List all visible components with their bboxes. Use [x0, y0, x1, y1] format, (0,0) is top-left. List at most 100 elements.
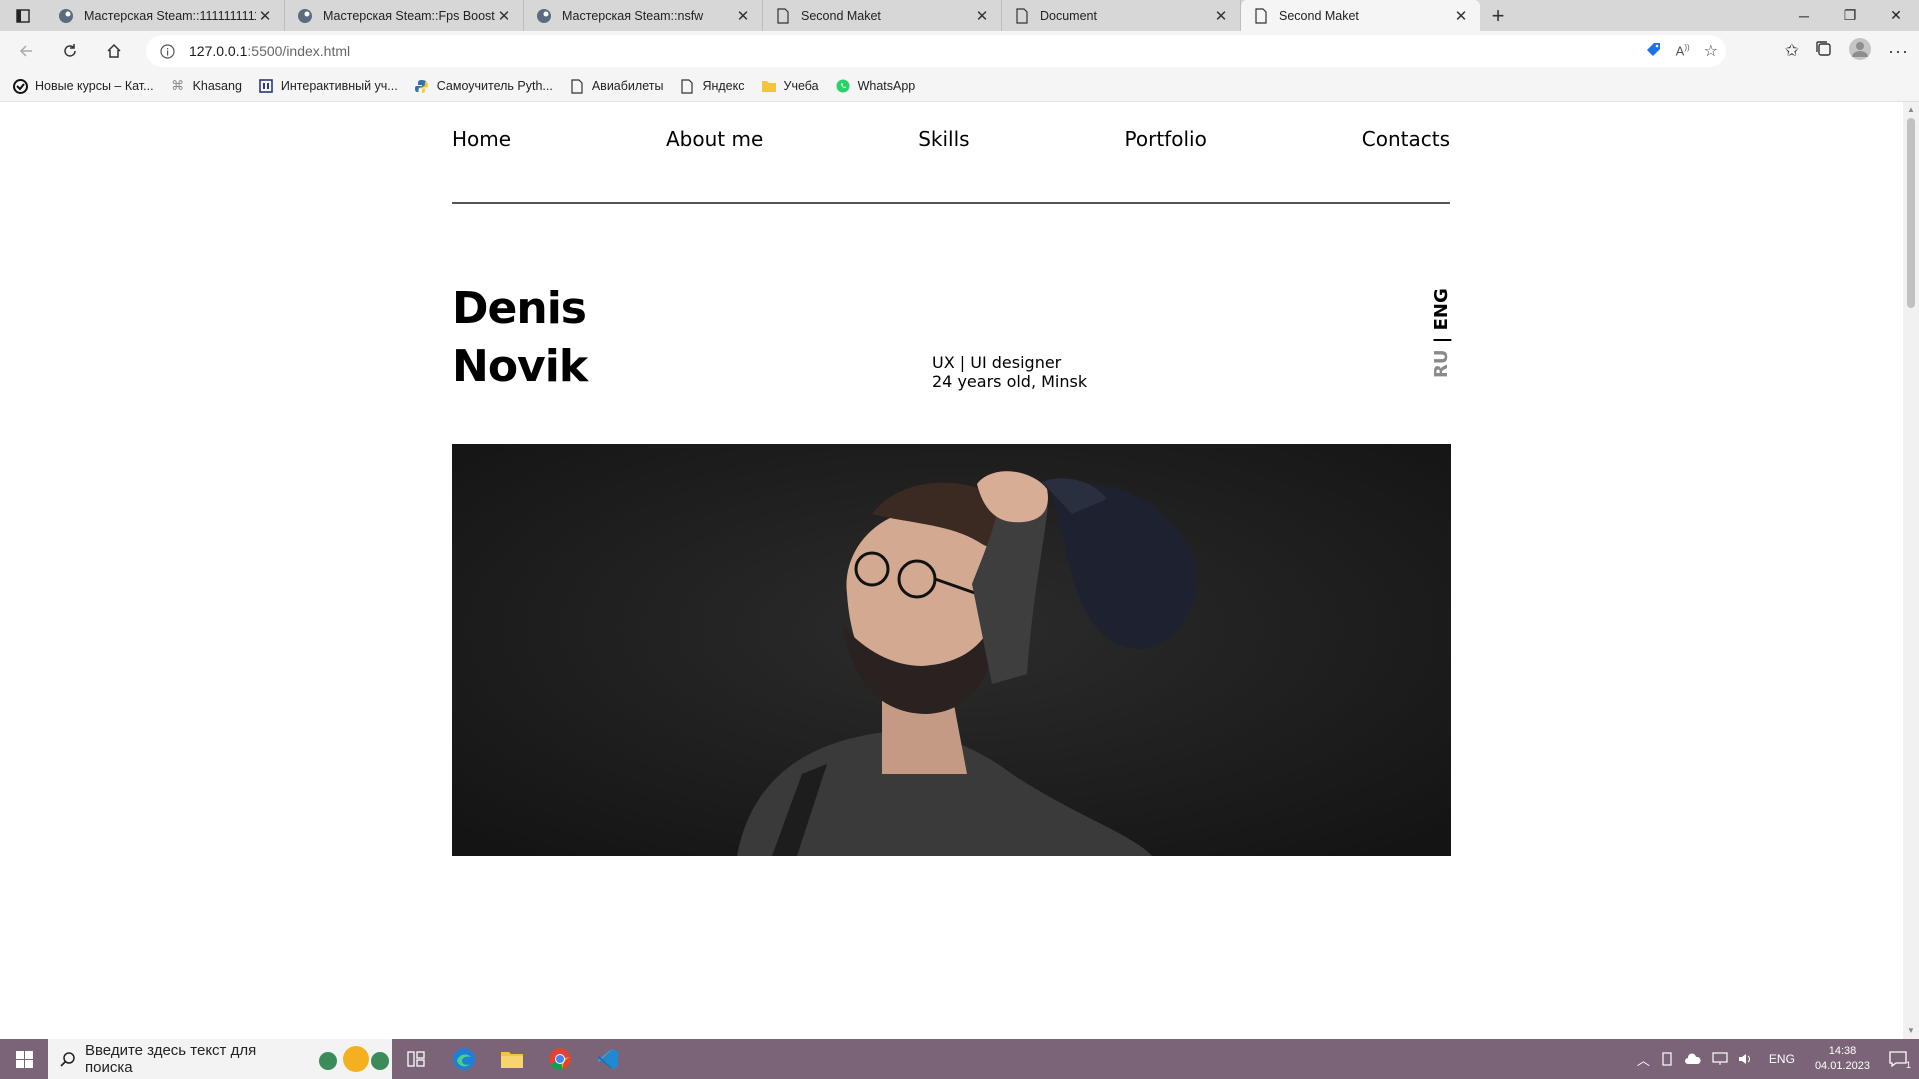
- notification-count: 1: [1905, 1060, 1911, 1070]
- collections-icon[interactable]: [1815, 40, 1832, 62]
- vscode-icon[interactable]: [584, 1039, 632, 1079]
- onedrive-icon[interactable]: [1684, 1053, 1702, 1065]
- hero: Denis Novik UX | UI designer 24 years ol…: [452, 204, 1452, 444]
- network-icon[interactable]: [1712, 1052, 1728, 1066]
- page-scrollbar[interactable]: ▲ ▼: [1903, 102, 1919, 1039]
- profile-info: UX | UI designer 24 years old, Minsk: [932, 353, 1087, 391]
- nav-portfolio[interactable]: Portfolio: [1125, 127, 1207, 202]
- nav-skills[interactable]: Skills: [918, 127, 969, 202]
- role-text: UX | UI designer: [932, 353, 1062, 372]
- new-tab-icon[interactable]: +: [1480, 0, 1516, 31]
- chrome-icon[interactable]: [536, 1039, 584, 1079]
- restore-icon[interactable]: ❐: [1827, 0, 1873, 31]
- close-icon[interactable]: ✕: [495, 7, 513, 25]
- favorite-add-icon[interactable]: ☆: [1704, 41, 1718, 61]
- tab-bar: Мастерская Steam::11111111111 ✕ Мастерск…: [0, 0, 1919, 31]
- bookmark-aviabilety[interactable]: Авиабилеты: [569, 78, 663, 94]
- back-icon[interactable]: [4, 31, 48, 71]
- more-menu-icon[interactable]: ···: [1888, 41, 1909, 62]
- address-actions: A)) ☆: [1645, 35, 1718, 67]
- page-icon: [775, 7, 791, 24]
- page-viewport: Home About me Skills Portfolio Contacts …: [0, 102, 1903, 1039]
- notifications-icon[interactable]: 1: [1889, 1051, 1911, 1070]
- name-last: Novik: [452, 341, 588, 392]
- site-container: Home About me Skills Portfolio Contacts …: [452, 102, 1452, 856]
- age-city-text: 24 years old, Minsk: [932, 372, 1088, 391]
- window-controls: ─ ❐ ✕: [1781, 0, 1919, 31]
- close-icon[interactable]: ✕: [973, 7, 991, 25]
- close-icon[interactable]: ✕: [734, 7, 752, 25]
- favorites-icon[interactable]: ✩: [1785, 41, 1799, 61]
- reload-icon[interactable]: [48, 31, 92, 71]
- page-icon: [1253, 7, 1269, 24]
- python-icon: [414, 78, 430, 94]
- tab-document[interactable]: Document ✕: [1002, 0, 1241, 31]
- address-bar[interactable]: 127.0.0.1:5500/index.html A)) ☆: [146, 35, 1726, 67]
- bookmark-khasang[interactable]: ⌘ Khasang: [170, 78, 242, 94]
- home-icon[interactable]: [92, 31, 136, 71]
- bookmark-whatsapp[interactable]: WhatsApp: [835, 78, 916, 94]
- search-highlight-icon: [316, 1044, 392, 1074]
- profile-avatar[interactable]: [1848, 37, 1872, 66]
- bookmark-ucheba[interactable]: Учеба: [761, 78, 819, 94]
- bookmark-interactive[interactable]: Интерактивный уч...: [258, 78, 398, 94]
- tray-usb-icon[interactable]: [1660, 1052, 1674, 1066]
- taskbar: Введите здесь текст для поиска ︿ ENG 14:…: [0, 1039, 1919, 1079]
- volume-icon[interactable]: [1738, 1052, 1754, 1066]
- window-close-icon[interactable]: ✕: [1873, 0, 1919, 31]
- scroll-down-icon[interactable]: ▼: [1907, 1027, 1915, 1035]
- tab-second-maket[interactable]: Second Maket ✕: [763, 0, 1002, 31]
- task-view-icon[interactable]: [392, 1039, 440, 1079]
- close-icon[interactable]: ✕: [256, 7, 274, 25]
- lang-eng[interactable]: ENG: [1431, 288, 1452, 330]
- tab-actions-icon[interactable]: [0, 0, 46, 31]
- minimize-icon[interactable]: ─: [1781, 0, 1827, 31]
- bookmark-label: Учеба: [783, 79, 819, 93]
- taskbar-search[interactable]: Введите здесь текст для поиска: [48, 1039, 392, 1079]
- site-nav: Home About me Skills Portfolio Contacts: [452, 102, 1450, 204]
- tab-steam-1[interactable]: Мастерская Steam::11111111111 ✕: [46, 0, 285, 31]
- bookmark-courses[interactable]: Новые курсы – Кат...: [12, 78, 154, 94]
- clock[interactable]: 14:38 04.01.2023: [1815, 1044, 1870, 1074]
- info-icon[interactable]: [160, 43, 175, 59]
- clock-date: 04.01.2023: [1814, 1060, 1870, 1072]
- nav-contacts[interactable]: Contacts: [1362, 127, 1450, 202]
- tray-chevron-up-icon[interactable]: ︿: [1637, 1050, 1650, 1069]
- steam-icon: [58, 8, 74, 24]
- page-icon: [679, 78, 695, 94]
- course-icon: [12, 78, 28, 94]
- tab-title: Мастерская Steam::Fps Booster: [323, 8, 495, 23]
- tab-steam-3[interactable]: Мастерская Steam::nsfw ✕: [524, 0, 763, 31]
- whatsapp-icon: [835, 78, 851, 94]
- page-icon: [569, 78, 585, 94]
- lang-ru[interactable]: RU: [1431, 350, 1452, 378]
- bookmark-label: WhatsApp: [857, 79, 916, 93]
- system-tray: ︿ ENG 14:38 04.01.2023 1: [1632, 1039, 1919, 1079]
- bookmark-python[interactable]: Самоучитель Pyth...: [414, 78, 553, 94]
- read-aloud-icon[interactable]: A)): [1676, 43, 1690, 58]
- bookmark-label: Новые курсы – Кат...: [35, 79, 154, 93]
- tab-second-maket-active[interactable]: Second Maket ✕: [1241, 0, 1480, 31]
- scroll-thumb[interactable]: [1907, 118, 1915, 308]
- input-language[interactable]: ENG: [1769, 1052, 1795, 1066]
- search-placeholder: Введите здесь текст для поиска: [85, 1042, 257, 1076]
- page-title: Denis Novik: [452, 280, 588, 396]
- nav-home[interactable]: Home: [452, 127, 511, 202]
- edge-icon[interactable]: [440, 1039, 488, 1079]
- nav-about-me[interactable]: About me: [666, 127, 763, 202]
- close-icon[interactable]: ✕: [1452, 7, 1470, 25]
- browser-toolbar: 127.0.0.1:5500/index.html A)) ☆ ✩ ···: [0, 31, 1919, 71]
- khasang-icon: ⌘: [171, 78, 185, 93]
- coupon-icon[interactable]: [1645, 41, 1662, 61]
- bookmark-label: Яндекс: [702, 79, 745, 93]
- scroll-up-icon[interactable]: ▲: [1907, 106, 1915, 114]
- bookmarks-bar: Новые курсы – Кат... ⌘ Khasang Интеракти…: [0, 71, 1919, 102]
- file-explorer-icon[interactable]: [488, 1039, 536, 1079]
- tab-steam-2[interactable]: Мастерская Steam::Fps Booster ✕: [285, 0, 524, 31]
- bookmark-label: Самоучитель Pyth...: [436, 79, 553, 93]
- url-host: 127.0.0.1: [189, 43, 248, 59]
- close-icon[interactable]: ✕: [1212, 7, 1230, 25]
- bookmark-yandex[interactable]: Яндекс: [679, 78, 745, 94]
- windows-start-icon[interactable]: [0, 1039, 48, 1079]
- toolbar-actions: ✩ ···: [1785, 31, 1909, 71]
